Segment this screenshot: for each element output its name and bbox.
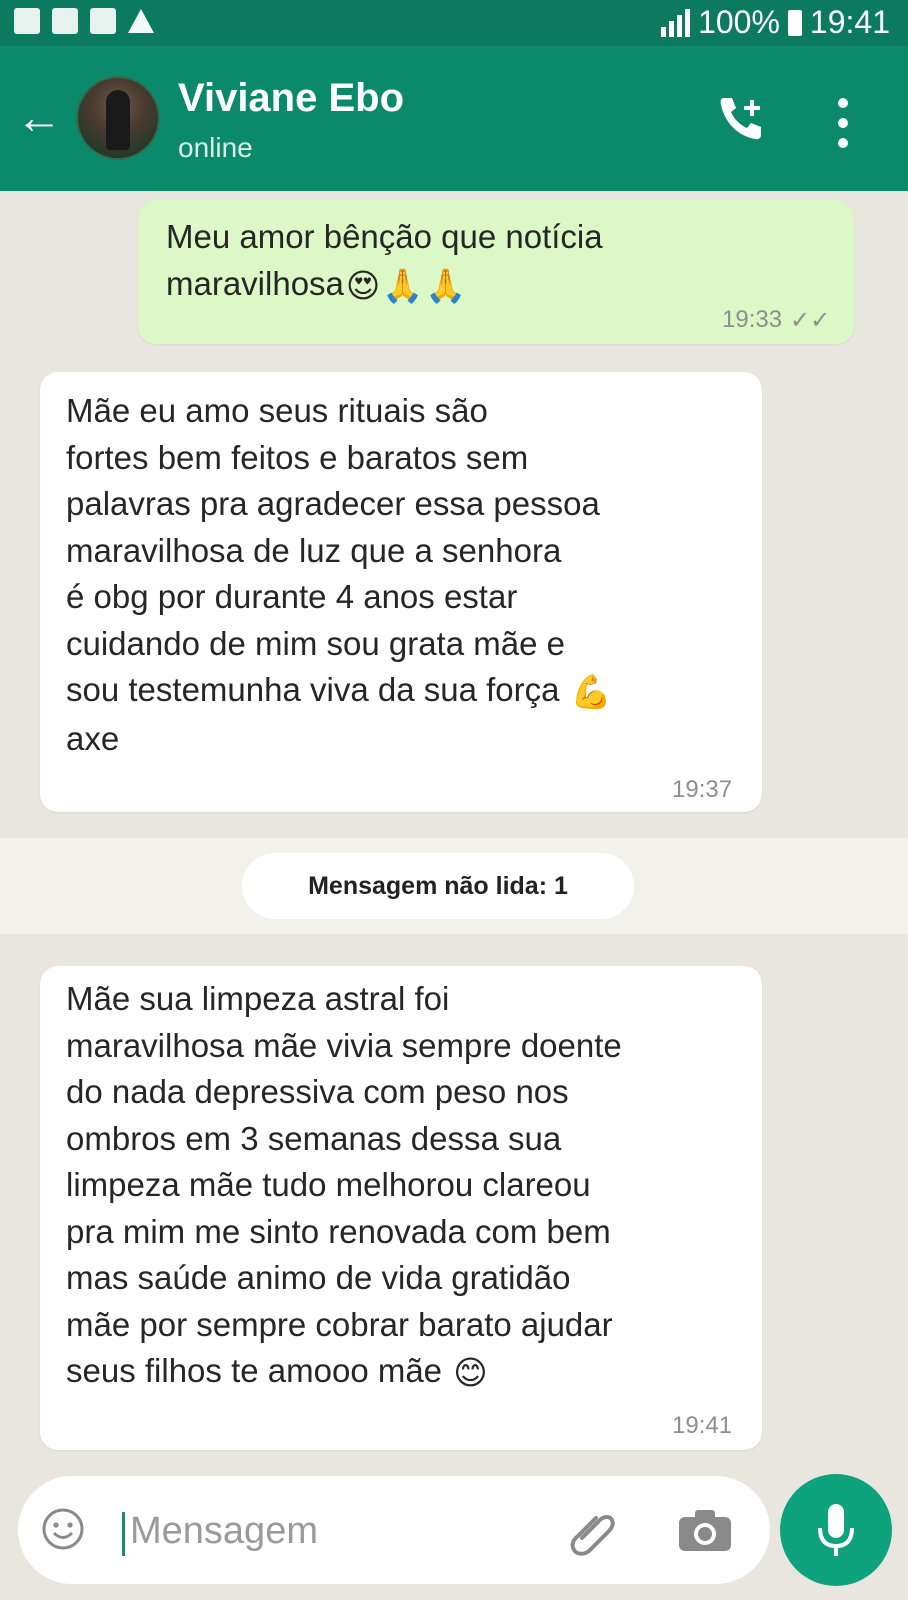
chat-header: ← Viviane Ebo online: [0, 46, 908, 191]
message-incoming[interactable]: Mãe eu amo seus rituais são fortes bem f…: [40, 372, 762, 812]
unread-count-label: Mensagem não lida: 1: [242, 853, 634, 919]
praying-hands-emoji: 🙏: [382, 266, 424, 304]
message-incoming[interactable]: Mãe sua limpeza astral foi maravilhosa m…: [40, 966, 762, 1450]
image-icon: [90, 8, 116, 34]
notification-icons: [14, 8, 154, 34]
battery-percent: 100%: [698, 4, 780, 40]
smiling-face-emoji: 😊: [453, 1354, 488, 1392]
message-text: Mãe eu amo seus rituais são fortes bem f…: [66, 392, 612, 757]
arrow-left-icon[interactable]: ←: [16, 94, 62, 140]
heart-eyes-emoji: 😍: [345, 266, 381, 304]
message-outgoing[interactable]: Meu amor bênção que notícia maravilhosa😍…: [138, 200, 854, 344]
avatar[interactable]: [76, 76, 160, 160]
more-vertical-icon[interactable]: [836, 98, 850, 148]
add-call-icon[interactable]: [716, 92, 768, 144]
clock: 19:41: [809, 4, 890, 40]
read-ticks-icon: ✓✓: [790, 307, 831, 334]
phone-icon: [52, 8, 78, 34]
contact-status: online: [178, 132, 253, 163]
message-text: Mãe sua limpeza astral foi maravilhosa m…: [66, 976, 622, 1397]
paperclip-icon[interactable]: [566, 1502, 622, 1558]
camera-icon[interactable]: [676, 1506, 734, 1554]
message-time: 19:33: [722, 306, 783, 333]
message-time: 19:37: [672, 776, 733, 803]
status-bar: 100% 19:41: [0, 0, 908, 46]
contact-name[interactable]: Viviane Ebo: [178, 76, 404, 121]
flexed-biceps-emoji: 💪: [570, 673, 612, 711]
text-cursor: [122, 1512, 125, 1556]
microphone-button[interactable]: [780, 1474, 892, 1586]
mail-icon: [14, 8, 40, 34]
warning-icon: [128, 9, 154, 33]
battery-icon: [787, 9, 802, 36]
praying-hands-emoji: 🙏: [425, 266, 467, 304]
message-time: 19:41: [672, 1412, 733, 1439]
microphone-icon: [818, 1504, 854, 1556]
smiley-icon[interactable]: [40, 1506, 86, 1552]
message-text: Meu amor bênção que notícia maravilhosa😍…: [166, 214, 603, 309]
message-input[interactable]: Mensagem: [130, 1510, 318, 1553]
signal-icon: [661, 8, 691, 37]
